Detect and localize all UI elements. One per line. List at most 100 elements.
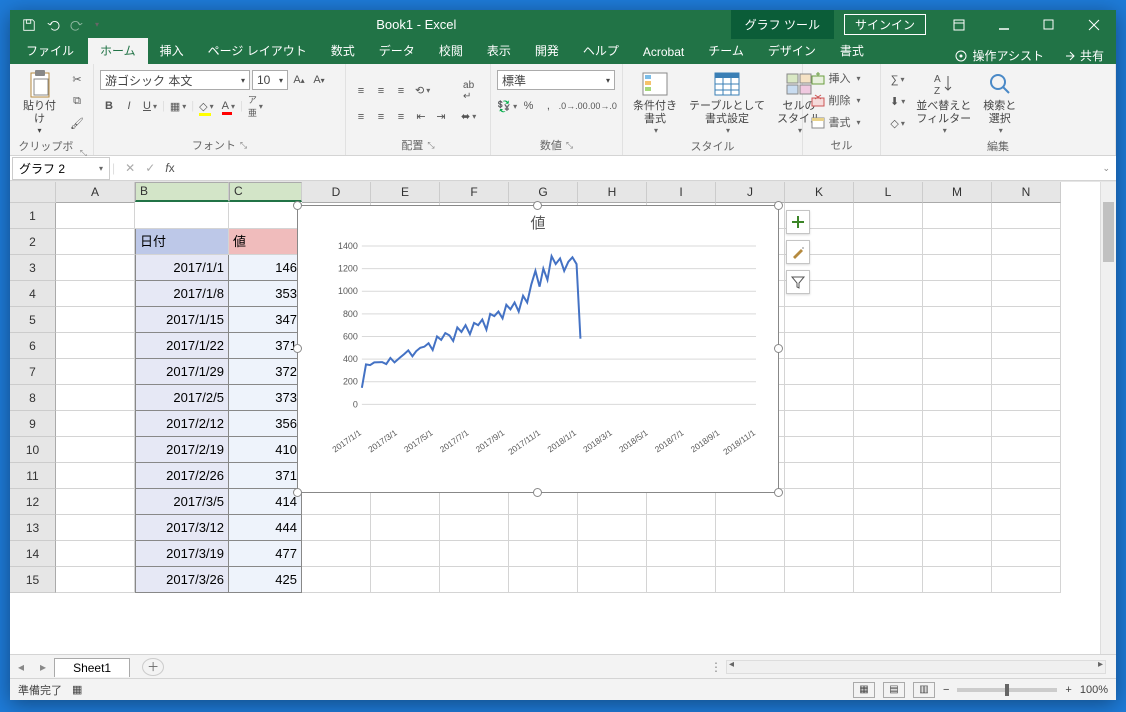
cell[interactable] (992, 385, 1061, 411)
cell[interactable] (923, 229, 992, 255)
chart-plot-area[interactable]: 02004006008001000120014002017/1/12017/3/… (334, 242, 760, 438)
tab-help[interactable]: ヘルプ (571, 38, 631, 64)
cell[interactable] (56, 463, 135, 489)
cell[interactable] (854, 307, 923, 333)
align-center-icon[interactable]: ≡ (372, 107, 390, 127)
cell[interactable]: 2017/2/26 (135, 463, 229, 489)
cell[interactable] (785, 333, 854, 359)
cell[interactable] (509, 567, 578, 593)
tab-developer[interactable]: 開発 (523, 38, 571, 64)
tab-chart-format[interactable]: 書式 (828, 38, 876, 64)
cell[interactable] (647, 567, 716, 593)
name-box[interactable]: グラフ 2▾ (12, 157, 110, 180)
cell[interactable] (923, 411, 992, 437)
cell[interactable]: 372 (229, 359, 302, 385)
cell[interactable] (56, 411, 135, 437)
column-header[interactable]: C (229, 182, 302, 202)
column-header[interactable]: J (716, 182, 785, 203)
row-header[interactable]: 1 (10, 203, 56, 229)
border-icon[interactable]: ▦ (167, 96, 189, 116)
row-header[interactable]: 14 (10, 541, 56, 567)
tab-file[interactable]: ファイル (14, 38, 86, 64)
cell[interactable] (992, 281, 1061, 307)
cell[interactable]: 2017/3/5 (135, 489, 229, 515)
accounting-format-icon[interactable]: 💱 (497, 96, 517, 116)
cell[interactable]: 値 (229, 229, 302, 255)
cell[interactable] (371, 567, 440, 593)
indent-inc-icon[interactable]: ⇥ (432, 107, 450, 127)
cell[interactable] (785, 463, 854, 489)
zoom-slider[interactable] (957, 688, 1057, 692)
chart-styles-button[interactable] (786, 240, 810, 264)
chart-filters-button[interactable] (786, 270, 810, 294)
resize-handle[interactable] (774, 201, 783, 210)
cell[interactable]: 2017/1/29 (135, 359, 229, 385)
cell[interactable] (785, 489, 854, 515)
undo-icon[interactable] (42, 14, 64, 36)
cell[interactable] (854, 229, 923, 255)
zoom-out-icon[interactable]: − (943, 684, 949, 696)
zoom-in-icon[interactable]: + (1065, 684, 1071, 696)
number-launcher-icon[interactable]: ⤡ (566, 140, 573, 151)
maximize-icon[interactable] (1026, 10, 1071, 39)
cell[interactable] (854, 333, 923, 359)
cell[interactable] (854, 359, 923, 385)
column-header[interactable]: F (440, 182, 509, 203)
page-break-view-icon[interactable]: ▥ (913, 682, 935, 698)
cell[interactable] (785, 307, 854, 333)
row-header[interactable]: 13 (10, 515, 56, 541)
cell[interactable] (229, 203, 302, 229)
cell[interactable] (923, 359, 992, 385)
cell[interactable] (509, 515, 578, 541)
cell[interactable] (578, 541, 647, 567)
cell[interactable] (923, 281, 992, 307)
cell[interactable] (509, 541, 578, 567)
cell[interactable] (923, 567, 992, 593)
italic-button[interactable]: I (120, 96, 138, 116)
cell[interactable] (923, 203, 992, 229)
cell[interactable] (854, 515, 923, 541)
formula-expand-icon[interactable]: ⌄ (1096, 163, 1116, 174)
resize-handle[interactable] (774, 344, 783, 353)
row-header[interactable]: 8 (10, 385, 56, 411)
vertical-scrollbar[interactable] (1100, 182, 1116, 654)
cell[interactable] (854, 411, 923, 437)
autosum-icon[interactable]: ∑ (887, 70, 908, 90)
cell[interactable] (135, 203, 229, 229)
row-header[interactable]: 11 (10, 463, 56, 489)
horizontal-scrollbar[interactable] (726, 660, 1106, 674)
embedded-chart[interactable]: 値 02004006008001000120014002017/1/12017/… (297, 205, 779, 493)
cell[interactable] (923, 463, 992, 489)
bold-button[interactable]: B (100, 96, 118, 116)
resize-handle[interactable] (293, 344, 302, 353)
cell[interactable]: 2017/1/8 (135, 281, 229, 307)
column-header[interactable]: N (992, 182, 1061, 203)
font-color-icon[interactable]: A (219, 96, 238, 116)
cell[interactable] (854, 541, 923, 567)
wrap-text-button[interactable]: ab↵ (458, 81, 479, 101)
row-header[interactable]: 3 (10, 255, 56, 281)
format-as-table-button[interactable]: テーブルとして 書式設定 (685, 66, 769, 138)
cell[interactable] (992, 411, 1061, 437)
sheet-tab[interactable]: Sheet1 (54, 658, 130, 677)
resize-handle[interactable] (293, 488, 302, 497)
column-header[interactable]: E (371, 182, 440, 203)
format-cells-button[interactable]: 書式 (808, 112, 876, 132)
resize-handle[interactable] (533, 488, 542, 497)
cell[interactable] (923, 541, 992, 567)
chart-elements-button[interactable] (786, 210, 810, 234)
cell[interactable] (923, 385, 992, 411)
cell[interactable] (923, 489, 992, 515)
cell[interactable] (923, 307, 992, 333)
cell[interactable] (992, 229, 1061, 255)
tab-data[interactable]: データ (367, 38, 427, 64)
merge-center-button[interactable]: ⬌ (458, 107, 479, 127)
cell[interactable] (854, 489, 923, 515)
column-header[interactable]: I (647, 182, 716, 203)
sheet-nav-prev-icon[interactable]: ◂ (10, 660, 32, 674)
cell[interactable] (716, 541, 785, 567)
cell[interactable] (647, 541, 716, 567)
cell[interactable] (992, 437, 1061, 463)
cell[interactable]: 2017/1/22 (135, 333, 229, 359)
cell[interactable] (371, 541, 440, 567)
